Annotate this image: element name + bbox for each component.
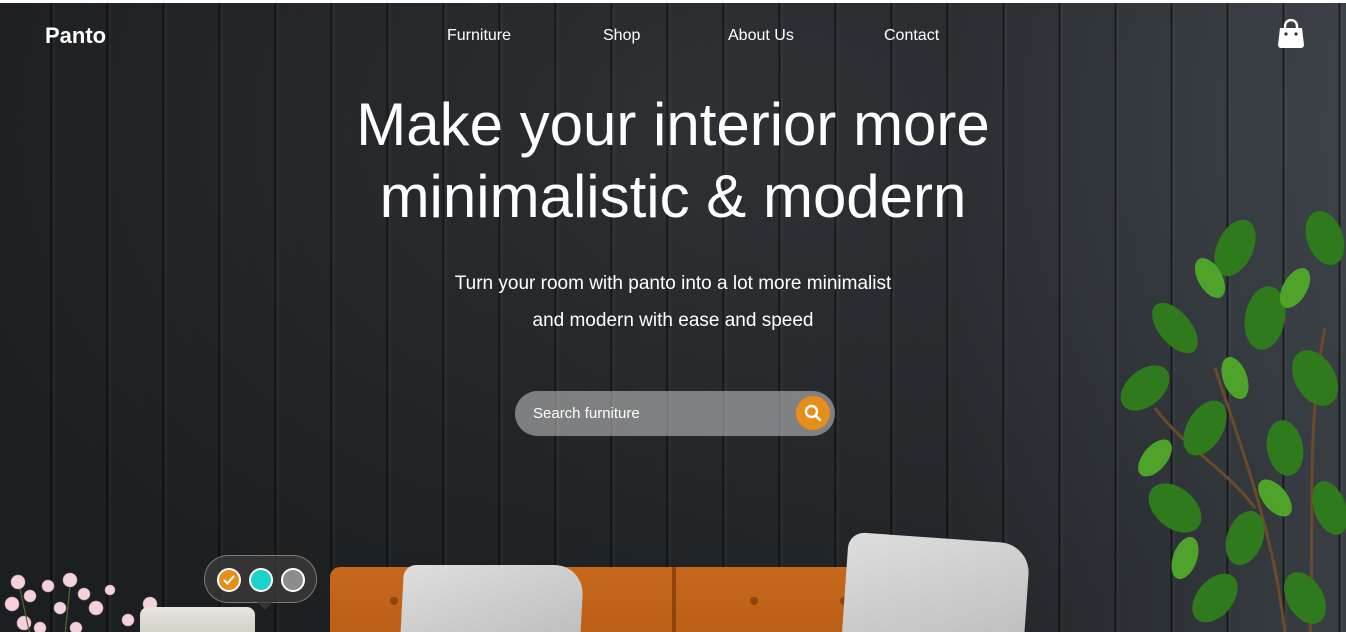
pillow-left [399,565,585,632]
nav-item-contact[interactable]: Contact [884,27,939,45]
color-swatch-gray[interactable] [281,568,305,592]
hero-title-line-1: Make your interior more [356,91,990,158]
hero-subtitle-line-2: and modern with ease and speed [532,310,814,331]
color-swatch-orange[interactable] [217,568,241,592]
search-bar [515,391,835,436]
hero-title-line-2: minimalistic & modern [379,163,967,230]
shopping-bag-icon[interactable] [1277,18,1305,49]
search-button[interactable] [796,396,830,430]
pillow-right [841,531,1031,632]
search-input[interactable] [533,391,803,436]
hero-subtitle-line-1: Turn your room with panto into a lot mor… [454,273,892,294]
plant-decoration [1120,210,1346,632]
color-swatch-teal[interactable] [249,568,273,592]
hero-section: Panto Furniture Shop About Us Contact Ma… [0,3,1346,632]
check-icon [223,575,235,585]
nav-item-shop[interactable]: Shop [603,27,640,45]
vase [140,607,255,632]
main-nav: Furniture Shop About Us Contact [0,27,1346,47]
search-icon [804,404,822,422]
color-picker [204,555,317,610]
nav-item-about-us[interactable]: About Us [728,27,794,45]
nav-item-furniture[interactable]: Furniture [447,27,511,45]
